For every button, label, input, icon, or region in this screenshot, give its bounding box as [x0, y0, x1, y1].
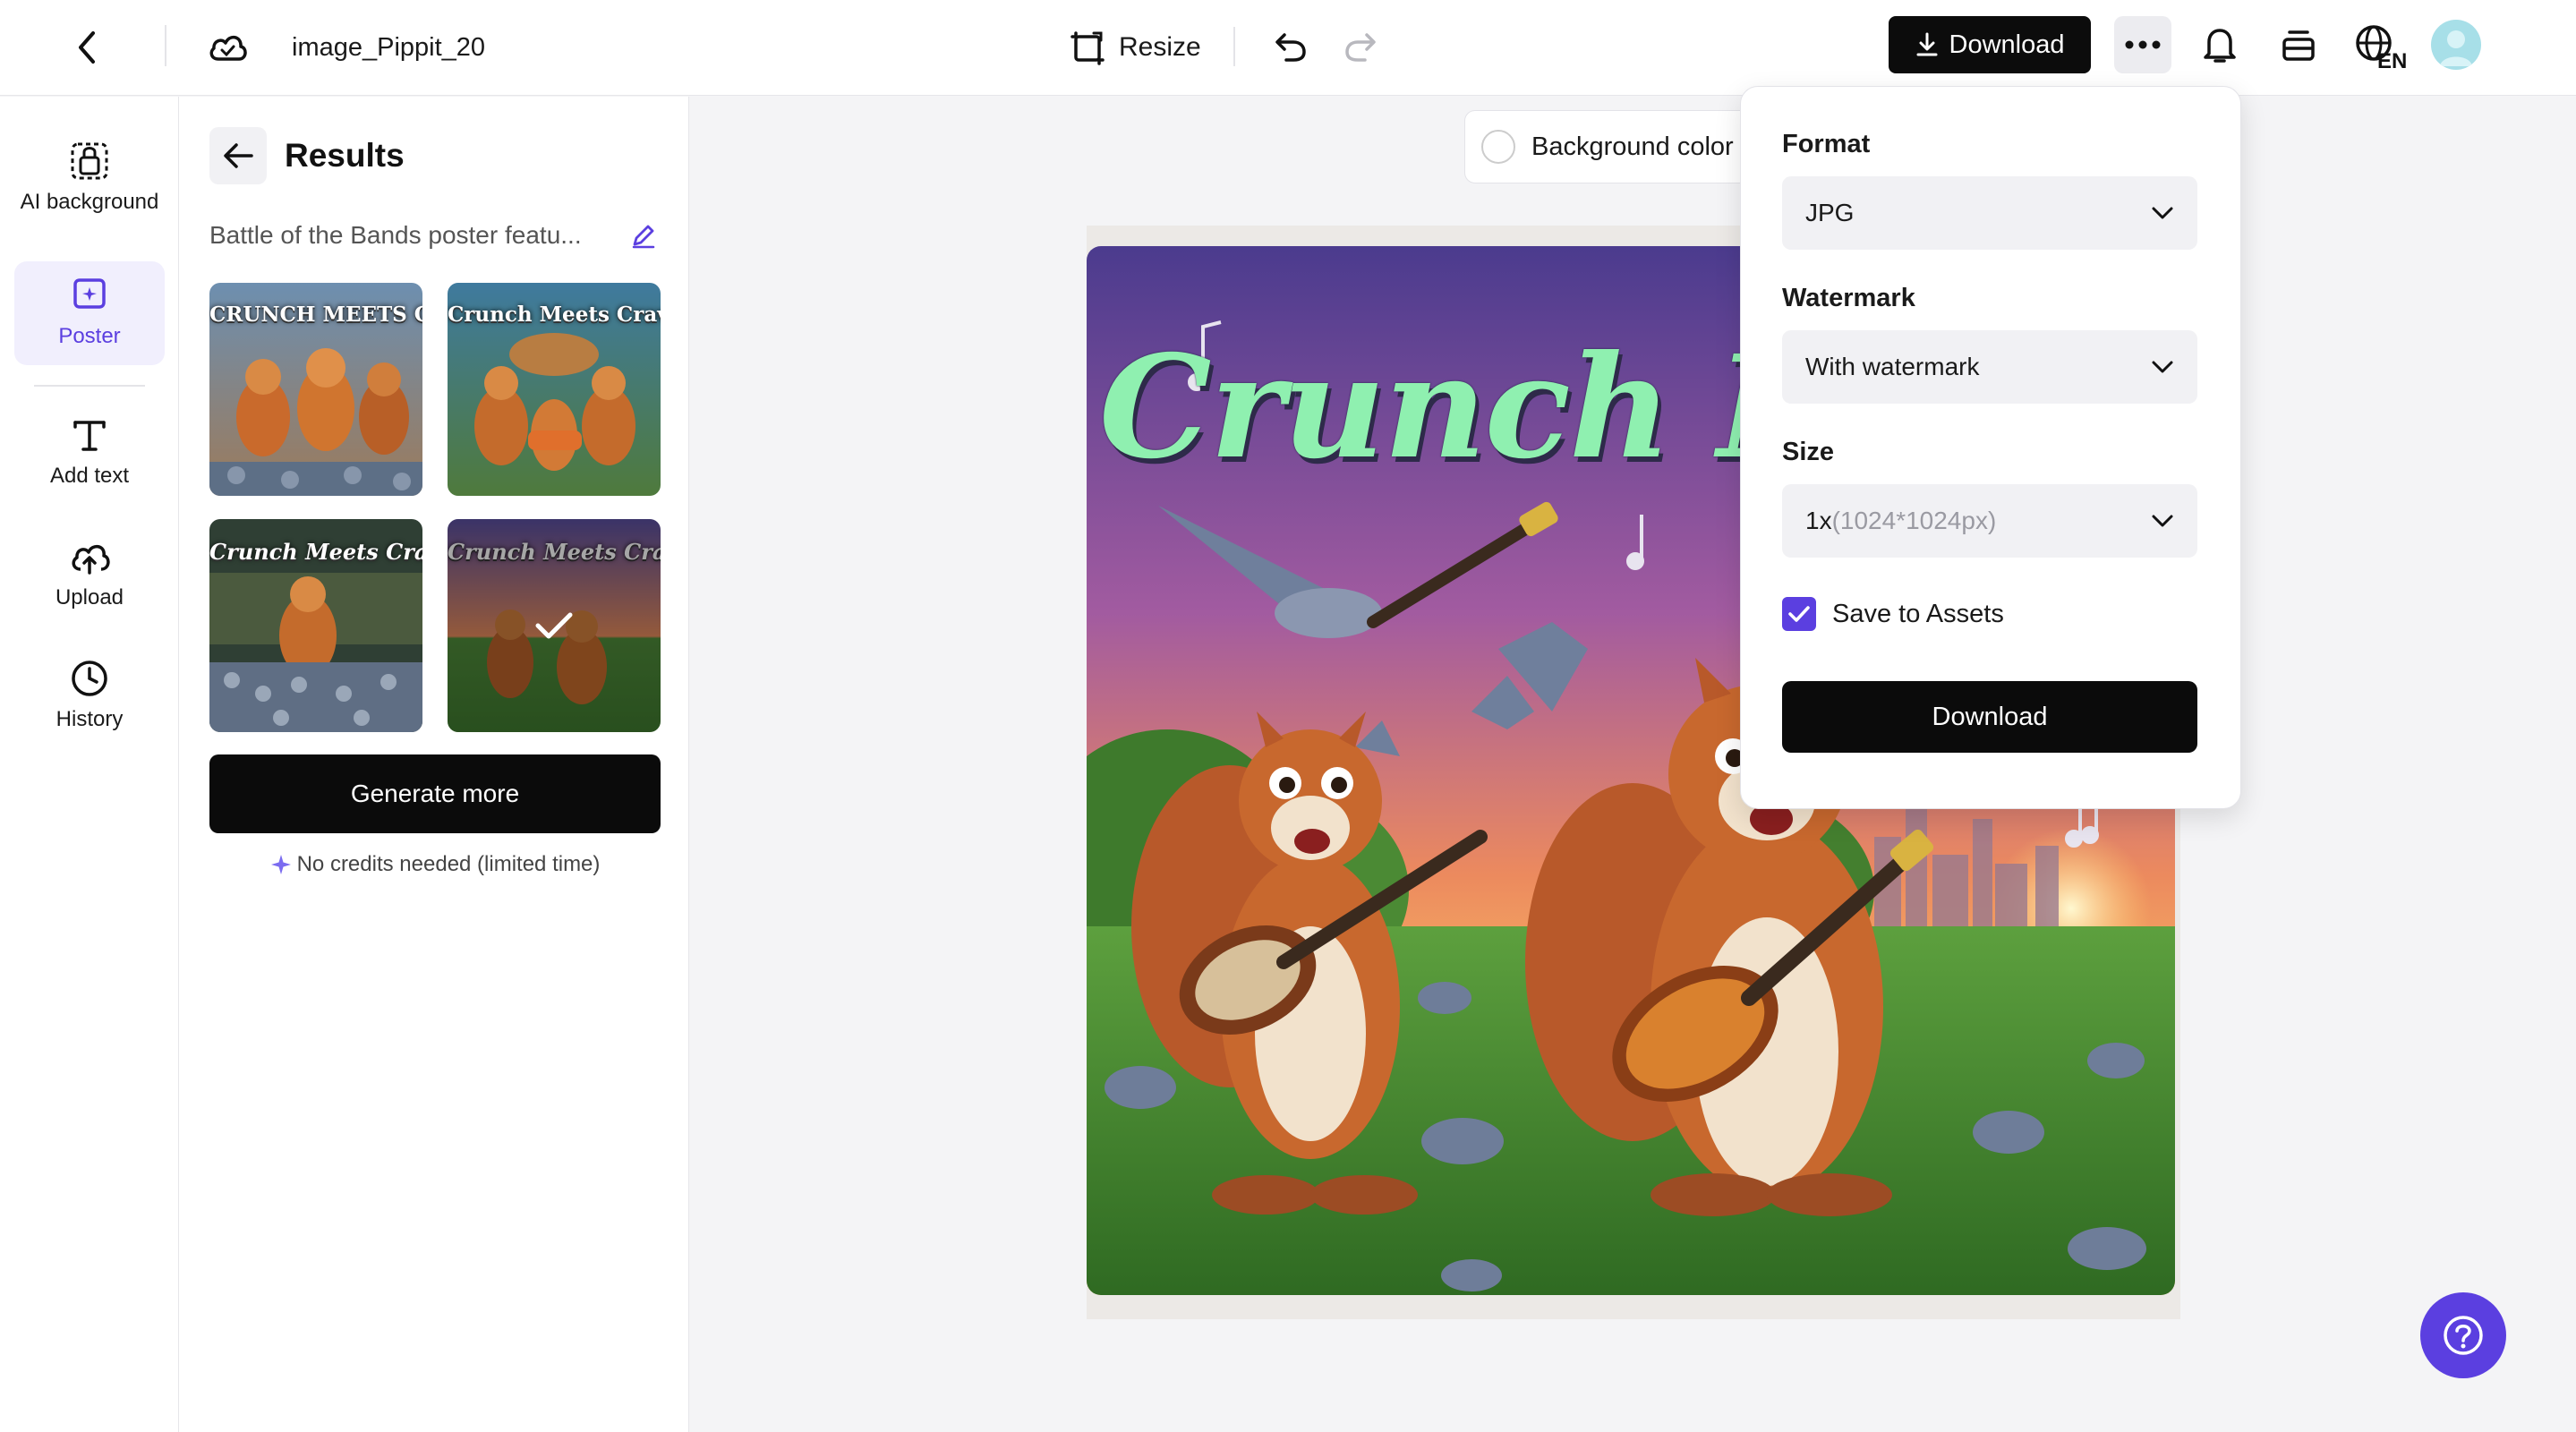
chevron-down-icon [2152, 515, 2173, 527]
checkmark-icon [535, 612, 573, 639]
download-button[interactable]: Download [1782, 681, 2197, 753]
color-swatch [1481, 130, 1515, 164]
checkmark-icon [1788, 606, 1810, 622]
rail-item-label: Upload [55, 585, 124, 609]
thumbnail-title: CRUNCH MEETS CRAVE [209, 303, 422, 327]
format-select[interactable]: JPG [1782, 176, 2197, 250]
globe-icon: EN [2356, 25, 2407, 70]
notifications-button[interactable] [2195, 20, 2245, 70]
left-rail: AI background Poster Add text Upload His… [0, 97, 179, 1432]
chevron-down-icon [2152, 207, 2173, 219]
result-thumbnail-selected[interactable]: Crunch Meets Crave [448, 519, 661, 732]
result-thumbnail[interactable]: CRUNCH MEETS CRAVE [209, 283, 422, 496]
selected-overlay [448, 519, 661, 732]
history-icon [72, 661, 107, 696]
results-panel: Results Battle of the Bands poster featu… [179, 97, 689, 1432]
results-header: Results [209, 127, 405, 184]
watermark-select[interactable]: With watermark [1782, 330, 2197, 404]
undo-icon [1275, 33, 1306, 62]
more-horizontal-icon [2125, 40, 2161, 49]
save-to-assets-checkbox[interactable] [1782, 597, 1816, 631]
credits-note-text: No credits needed (limited time) [296, 852, 601, 876]
bell-icon [2204, 29, 2236, 63]
rail-item-upload[interactable]: Upload [14, 523, 165, 626]
stack-icon [2282, 30, 2315, 61]
language-button[interactable]: EN [2352, 18, 2415, 73]
rail-item-ai-background[interactable]: AI background [14, 122, 165, 236]
poster-icon [73, 278, 106, 309]
language-code: EN [2377, 49, 2407, 70]
toolbar-divider [165, 25, 166, 66]
format-value: JPG [1805, 199, 1855, 226]
download-icon [1916, 32, 1937, 56]
rail-item-label: AI background [20, 190, 159, 214]
cloud-sync-button[interactable] [204, 23, 251, 70]
size-px: (1024*1024px) [1831, 507, 1997, 534]
results-back-button[interactable] [209, 127, 267, 184]
help-icon [2444, 1316, 2483, 1355]
download-label: Download [1949, 30, 2065, 59]
size-value: 1x(1024*1024px) [1805, 507, 1996, 535]
document-title[interactable]: image_Pippit_20 [292, 27, 485, 68]
cloud-icon [209, 35, 247, 61]
redo-icon [1345, 33, 1376, 62]
credits-note: No credits needed (limited time) [209, 847, 661, 882]
format-label: Format [1782, 130, 1871, 158]
rail-item-add-text[interactable]: Add text [14, 401, 165, 505]
save-to-assets-row[interactable]: Save to Assets [1782, 597, 2004, 631]
resize-label: Resize [1119, 32, 1201, 62]
avatar[interactable] [2431, 20, 2481, 70]
top-bar: image_Pippit_20 Resize Download EN [0, 0, 2576, 96]
user-icon [2440, 30, 2472, 66]
rail-item-history[interactable]: History [14, 644, 165, 748]
upload-icon [72, 544, 110, 575]
prompt-text: Battle of the Bands poster featu... [209, 221, 582, 249]
resize-icon [1070, 31, 1105, 65]
chevron-left-icon [79, 31, 95, 64]
sparkle-icon [270, 855, 291, 874]
more-options-button[interactable] [2114, 16, 2171, 73]
watermark-value: With watermark [1805, 353, 1980, 380]
download-button-top[interactable]: Download [1889, 16, 2091, 73]
result-thumbnail[interactable]: Crunch Meets Crave [209, 519, 422, 732]
thumbnail-title: Crunch Meets Crave [209, 539, 422, 565]
rail-item-label: Add text [49, 464, 130, 488]
rail-item-label: Poster [58, 324, 121, 348]
save-to-assets-label: Save to Assets [1832, 599, 2004, 628]
undo-button[interactable] [1267, 23, 1314, 70]
help-button[interactable] [2420, 1292, 2506, 1378]
generate-more-button[interactable]: Generate more [209, 754, 661, 833]
ai-background-icon [71, 142, 108, 180]
background-color-label: Background color [1531, 132, 1734, 161]
result-thumbnail[interactable]: Crunch Meets Crave [448, 283, 661, 496]
watermark-label: Watermark [1782, 284, 1915, 312]
background-color-button[interactable]: Background color [1464, 110, 1751, 183]
download-panel: Format JPG Watermark With watermark Size… [1740, 86, 2241, 809]
thumbnail-title: Crunch Meets Crave [448, 303, 661, 327]
arrow-left-icon [224, 143, 253, 168]
size-select[interactable]: 1x(1024*1024px) [1782, 484, 2197, 558]
results-title: Results [285, 137, 405, 174]
prompt-row: Battle of the Bands poster featu... [209, 215, 657, 256]
size-label: Size [1782, 438, 1835, 466]
assets-button[interactable] [2273, 20, 2324, 70]
back-button[interactable] [64, 25, 109, 70]
rail-item-poster[interactable]: Poster [14, 261, 165, 365]
edit-icon[interactable] [630, 222, 657, 249]
rail-item-label: History [55, 707, 124, 731]
size-scale: 1x [1805, 507, 1832, 534]
redo-button[interactable] [1337, 23, 1384, 70]
text-icon [73, 421, 106, 451]
chevron-down-icon [2152, 361, 2173, 373]
toolbar-divider [1233, 27, 1235, 66]
rail-divider [34, 385, 145, 387]
resize-button[interactable]: Resize [1070, 21, 1201, 73]
